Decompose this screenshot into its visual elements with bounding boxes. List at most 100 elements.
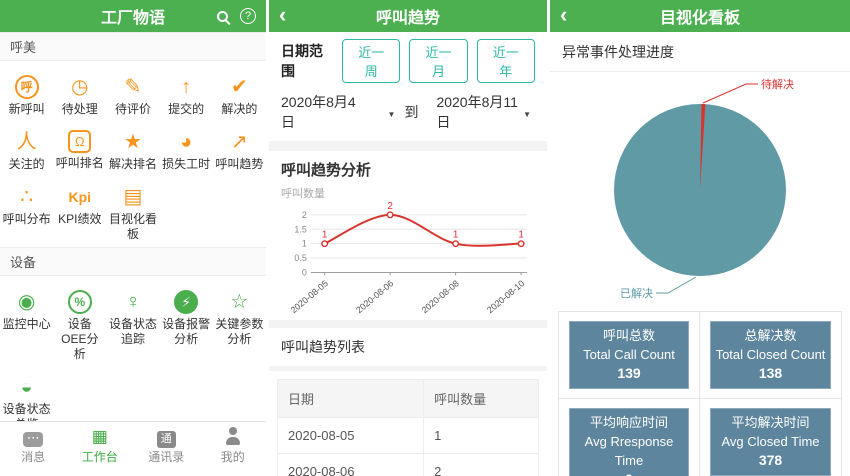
device-menu-grid: ◉ 监控中心 % 设备OEE分析 ♀ 设备状态追踪 ⚡ 设备报警分析 ☆ 关键参… [0,276,266,437]
clipboard-check-icon: ✔ [213,74,266,100]
section-header-device: 设备 [0,247,266,276]
back-button[interactable]: ‹ [279,0,286,32]
menu-item-device-oee[interactable]: % 设备OEE分析 [53,289,106,362]
issue-progress-pie-chart: 待解决已解决 [550,72,850,307]
call-menu-grid: 呼 新呼叫 ◷ 待处理 ✎ 待评价 ↑ 提交的 ✔ 解决的 人 关注的 [0,61,266,247]
tab-workbench[interactable]: ▦ 工作台 [67,427,134,465]
tab-label: 消息 [21,450,45,464]
svg-text:1: 1 [453,230,459,241]
menu-item-call-distribution[interactable]: ∴ 呼叫分布 [0,184,53,242]
back-button[interactable]: ‹ [560,0,567,32]
menu-item-label: 新呼叫 [0,100,53,117]
date-range-card: 日期范围 近一周 近一月 近一年 2020年8月4日 ▼ 到 2020年8月11… [269,32,547,141]
tab-messages[interactable]: ⋯ 消息 [0,427,67,465]
menu-item-device-alarm[interactable]: ⚡ 设备报警分析 [160,289,213,362]
svg-text:2020-08-05: 2020-08-05 [289,278,330,315]
tab-mine[interactable]: 我的 [200,427,267,465]
svg-text:1.5: 1.5 [294,224,306,234]
chart-y-axis-label: 呼叫数量 [281,185,535,201]
menu-item-label: 提交的 [160,100,213,117]
menu-item-pending[interactable]: ◷ 待处理 [53,74,106,117]
map-pin-icon: ♀ [106,289,159,315]
svg-text:0.5: 0.5 [294,253,306,263]
menu-item-label: 监控中心 [0,315,53,332]
svg-text:2: 2 [302,210,307,220]
upload-arrow-icon: ↑ [160,74,213,100]
to-label: 到 [404,102,418,122]
stat-cell: 呼叫总数 Total Call Count 139 [559,312,700,399]
gauge-icon: ◒ [0,374,53,400]
trend-up-icon: ↗ [213,129,266,155]
page-title: 呼叫趋势 [376,4,440,28]
menu-item-label: 解决的 [213,100,266,117]
col-header-call-count: 呼叫数量 [424,380,539,418]
menu-item-kpi[interactable]: Kpi KPI绩效 [53,184,106,242]
search-icon[interactable] [217,11,228,22]
menu-item-monitoring-center[interactable]: ◉ 监控中心 [0,289,53,362]
svg-text:1: 1 [322,230,328,241]
col-header-date: 日期 [278,380,424,418]
menu-item-resolved[interactable]: ✔ 解决的 [213,74,266,117]
svg-text:待解决: 待解决 [761,77,794,91]
section-header-call: 呼美 [0,32,266,61]
svg-text:0: 0 [302,267,307,277]
stat-title-en: Avg Closed Time [713,432,828,451]
page-title: 目视化看板 [660,4,740,28]
stat-title-zh: 平均响应时间 [572,413,686,432]
menu-item-call-trend[interactable]: ↗ 呼叫趋势 [213,129,266,172]
tab-label: 工作台 [82,450,118,464]
menu-item-key-parameter[interactable]: ☆ 关键参数分析 [213,289,266,362]
menu-item-solve-ranking[interactable]: ★ 解决排名 [106,129,159,172]
stat-title-zh: 总解决数 [713,326,828,345]
contacts-book-icon: 通 [157,431,176,448]
menu-item-label: 关键参数分析 [213,315,266,347]
lightning-icon: ⚡ [174,290,198,314]
range-year-button[interactable]: 近一年 [477,39,535,83]
menu-item-label: 目视化看板 [106,210,159,242]
range-month-button[interactable]: 近一月 [409,39,467,83]
menu-item-call-ranking[interactable]: Ω 呼叫排名 [53,129,106,172]
start-date-select[interactable]: 2020年8月4日 [281,92,362,132]
table-row: 2020-08-06 2 [278,454,539,476]
range-week-button[interactable]: 近一周 [342,39,400,83]
menu-item-label: 呼叫分布 [0,210,53,227]
cell-date: 2020-08-05 [278,418,424,454]
menu-item-label: 解决排名 [106,155,159,172]
stat-value: 378 [713,451,828,470]
tab-contacts[interactable]: 通 通讯录 [133,427,200,465]
user-icon [224,427,242,445]
chevron-down-icon: ▼ [523,110,531,119]
stat-title-zh: 呼叫总数 [572,326,686,345]
call-trend-line-chart: 00.511.5212112020-08-052020-08-062020-08… [281,201,535,318]
svg-text:2: 2 [387,201,393,212]
menu-item-label: 待评价 [106,100,159,117]
stat-value: 138 [713,364,828,383]
clock-icon: ◷ [53,74,106,100]
svg-text:2020-08-06: 2020-08-06 [354,278,395,315]
menu-item-submitted[interactable]: ↑ 提交的 [160,74,213,117]
menu-item-followed[interactable]: 人 关注的 [0,129,53,172]
menu-item-lost-work-hours[interactable]: ◕ 损失工时 [160,129,213,172]
menu-item-to-evaluate[interactable]: ✎ 待评价 [106,74,159,117]
doc-star-icon: ☆ [213,289,266,315]
triple-screen-layout: 工厂物语 ? 呼美 呼 新呼叫 ◷ 待处理 ✎ 待评价 ↑ 提交的 [0,0,850,476]
stat-cell: 平均解决时间 Avg Closed Time 378 [700,399,841,476]
menu-item-device-status-tracking[interactable]: ♀ 设备状态追踪 [106,289,159,362]
end-date-select[interactable]: 2020年8月11日 [436,92,523,132]
chevron-down-icon: ▼ [388,110,396,119]
table-row: 2020-08-05 1 [278,418,539,454]
help-icon[interactable]: ? [240,8,256,24]
stat-title-zh: 平均解决时间 [713,413,828,432]
new-call-icon: 呼 [15,75,39,99]
table-header-row: 日期 呼叫数量 [278,380,539,418]
menu-item-label: 呼叫排名 [53,154,106,171]
workbench-screen: 工厂物语 ? 呼美 呼 新呼叫 ◷ 待处理 ✎ 待评价 ↑ 提交的 [0,0,266,476]
call-trend-table: 日期 呼叫数量 2020-08-05 1 2020-08-06 2 2020-0… [277,379,539,476]
menu-item-new-call[interactable]: 呼 新呼叫 [0,74,53,117]
menu-item-label: 设备报警分析 [160,315,213,347]
app-title: 工厂物语 [101,4,165,28]
svg-text:1: 1 [518,230,524,241]
grid-icon: ▦ [67,427,134,447]
person-icon: 人 [0,129,53,155]
menu-item-visual-board[interactable]: ▤ 目视化看板 [106,184,159,242]
